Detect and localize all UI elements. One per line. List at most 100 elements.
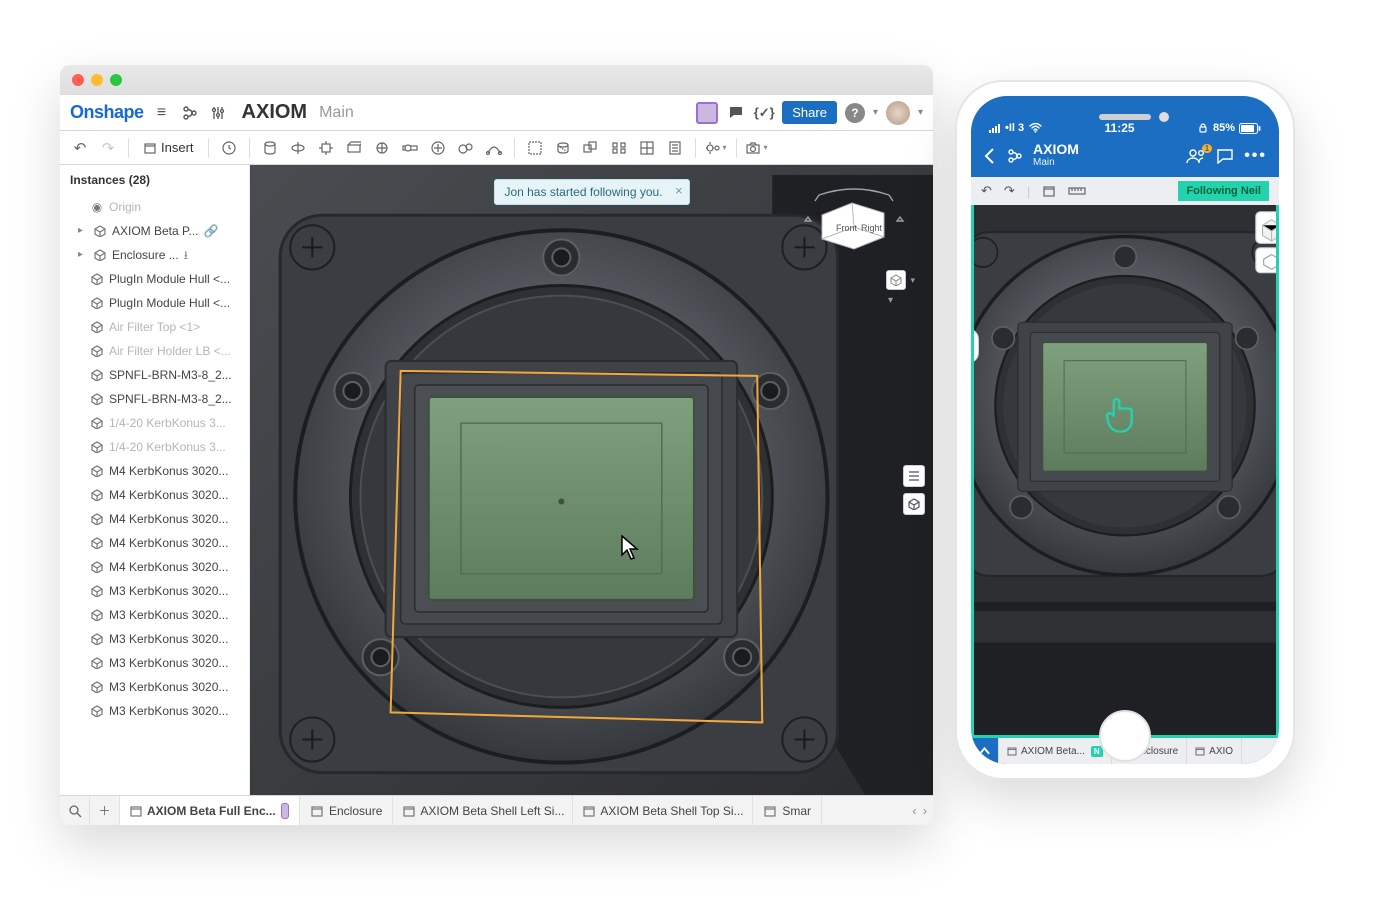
chevron-right-icon[interactable]: ▸: [78, 222, 88, 240]
tree-row[interactable]: M3 KerbKonus 3020...: [60, 603, 249, 627]
tool-relation-icon[interactable]: [482, 136, 506, 160]
tree-row[interactable]: M3 KerbKonus 3020...: [60, 627, 249, 651]
expand-views-icon[interactable]: ▾: [888, 295, 893, 306]
isometric-toggle-icon[interactable]: [903, 493, 925, 515]
following-badge[interactable]: Following Neil: [1178, 181, 1269, 201]
tab-filter-icon[interactable]: [60, 796, 90, 825]
workspace-label[interactable]: Main: [319, 104, 354, 122]
tool-replicate-icon[interactable]: [579, 136, 603, 160]
tool-group-icon[interactable]: [523, 136, 547, 160]
tree-row[interactable]: Air Filter Top <1>: [60, 315, 249, 339]
model-canvas[interactable]: Jon has started following you. × Front R…: [250, 165, 933, 795]
tree-row[interactable]: M4 KerbKonus 3020...: [60, 555, 249, 579]
redo-icon[interactable]: ↷: [96, 136, 120, 160]
tree-row[interactable]: ▸AXIOM Beta P... 🔗: [60, 219, 249, 243]
home-button[interactable]: [1099, 710, 1151, 762]
document-tab[interactable]: AXIOM Beta Shell Top Si...: [573, 796, 753, 825]
minimize-window-icon[interactable]: [91, 74, 103, 86]
p-measure-icon[interactable]: [1068, 185, 1086, 197]
tool-gears-icon[interactable]: ▾: [704, 136, 728, 160]
tree-row[interactable]: SPNFL-BRN-M3-8_2...: [60, 387, 249, 411]
tree-label: M4 KerbKonus 3020...: [109, 510, 228, 528]
configure-icon[interactable]: [208, 103, 228, 123]
tool-section-icon[interactable]: [551, 136, 575, 160]
tree-row[interactable]: M3 KerbKonus 3020...: [60, 651, 249, 675]
phone-tab[interactable]: AXIO: [1187, 738, 1242, 764]
document-tab[interactable]: Smar: [753, 796, 822, 825]
tree-row[interactable]: M4 KerbKonus 3020...: [60, 531, 249, 555]
tree-row[interactable]: M4 KerbKonus 3020...: [60, 483, 249, 507]
tree-row[interactable]: M3 KerbKonus 3020...: [60, 675, 249, 699]
tree-row[interactable]: ▸Enclosure ... ⭳: [60, 243, 249, 267]
tool-fasten-icon[interactable]: [314, 136, 338, 160]
wifi-icon: [1029, 123, 1042, 133]
viewcube-right-label[interactable]: Right: [861, 223, 883, 233]
tree-label: SPNFL-BRN-M3-8_2...: [109, 390, 232, 408]
phone-tab-expand-icon[interactable]: [971, 738, 999, 764]
brand-logo[interactable]: Onshape: [70, 102, 144, 123]
display-mode-dropdown[interactable]: ▾: [886, 270, 915, 290]
help-icon[interactable]: ?: [845, 103, 865, 123]
tree-row[interactable]: PlugIn Module Hull <...: [60, 291, 249, 315]
user-avatar[interactable]: [886, 101, 910, 125]
comment-icon[interactable]: [726, 103, 746, 123]
phone-tab[interactable]: AXIOM Beta...N: [999, 738, 1112, 764]
tool-planar-icon[interactable]: [342, 136, 366, 160]
viewcube-front-label[interactable]: Front: [836, 223, 858, 233]
phone-canvas[interactable]: [971, 205, 1279, 738]
insert-button[interactable]: Insert: [137, 137, 200, 158]
tool-tangent-icon[interactable]: [454, 136, 478, 160]
document-tab[interactable]: AXIOM Beta Shell Left Si...: [393, 796, 573, 825]
close-window-icon[interactable]: [72, 74, 84, 86]
follower-avatar[interactable]: [696, 102, 718, 124]
view-cube[interactable]: Front Right: [799, 185, 909, 257]
tool-pattern-icon[interactable]: [607, 136, 631, 160]
tool-slider-icon[interactable]: [398, 136, 422, 160]
part-icon: [90, 296, 104, 310]
collab-icon[interactable]: [1186, 148, 1206, 164]
toast-close-icon[interactable]: ×: [675, 183, 683, 198]
more-icon[interactable]: •••: [1244, 147, 1267, 165]
tool-camera-icon[interactable]: ▾: [745, 136, 769, 160]
back-icon[interactable]: [983, 147, 997, 165]
tree-row[interactable]: PlugIn Module Hull <...: [60, 267, 249, 291]
mate-list-toggle-icon[interactable]: [903, 465, 925, 487]
document-tab[interactable]: AXIOM Beta Full Enc...: [120, 796, 300, 825]
tree-row[interactable]: M4 KerbKonus 3020...: [60, 459, 249, 483]
menu-icon[interactable]: ≡: [152, 103, 172, 123]
p-views-icon[interactable]: [1042, 184, 1056, 198]
desktop-window: Onshape ≡ AXIOM Main {✓} Share ? ▾ ▾ ↶ ↷…: [60, 65, 933, 825]
featurescript-icon[interactable]: {✓}: [754, 103, 774, 123]
tree-row[interactable]: SPNFL-BRN-M3-8_2...: [60, 363, 249, 387]
undo-icon[interactable]: ↶: [68, 136, 92, 160]
tool-bom-icon[interactable]: [663, 136, 687, 160]
tab-add-icon[interactable]: ＋: [90, 796, 120, 825]
tree-row[interactable]: M3 KerbKonus 3020...: [60, 579, 249, 603]
graph-icon[interactable]: [1007, 148, 1023, 164]
tree-row[interactable]: 1/4-20 KerbKonus 3...: [60, 411, 249, 435]
p-undo-icon[interactable]: ↶: [981, 183, 992, 199]
chevron-right-icon[interactable]: ▸: [78, 246, 88, 264]
chat-icon[interactable]: [1216, 148, 1234, 164]
tool-ball-icon[interactable]: [370, 136, 394, 160]
tree-row[interactable]: M4 KerbKonus 3020...: [60, 507, 249, 531]
tree-row[interactable]: 1/4-20 KerbKonus 3...: [60, 435, 249, 459]
tool-clock-icon[interactable]: [217, 136, 241, 160]
share-button[interactable]: Share: [782, 101, 837, 124]
tool-parallel-icon[interactable]: [426, 136, 450, 160]
version-graph-icon[interactable]: [180, 103, 200, 123]
tree-label: Air Filter Holder LB <...: [109, 342, 231, 360]
tool-revolve-icon[interactable]: [286, 136, 310, 160]
part-icon: [90, 464, 104, 478]
phone-view-cube: [1256, 212, 1276, 244]
tool-display-icon[interactable]: [635, 136, 659, 160]
document-tab[interactable]: Enclosure: [300, 796, 393, 825]
tab-scroll-nav[interactable]: ‹ ›: [906, 796, 933, 825]
tree-row[interactable]: Air Filter Holder LB <...: [60, 339, 249, 363]
p-redo-icon[interactable]: ↷: [1004, 183, 1015, 199]
maximize-window-icon[interactable]: [110, 74, 122, 86]
feature-tree[interactable]: Instances (28) ◉ Origin ▸AXIOM Beta P...…: [60, 165, 250, 795]
tree-row[interactable]: M3 KerbKonus 3020...: [60, 699, 249, 723]
tool-cylinder-icon[interactable]: [258, 136, 282, 160]
tree-origin[interactable]: ◉ Origin: [60, 195, 249, 219]
